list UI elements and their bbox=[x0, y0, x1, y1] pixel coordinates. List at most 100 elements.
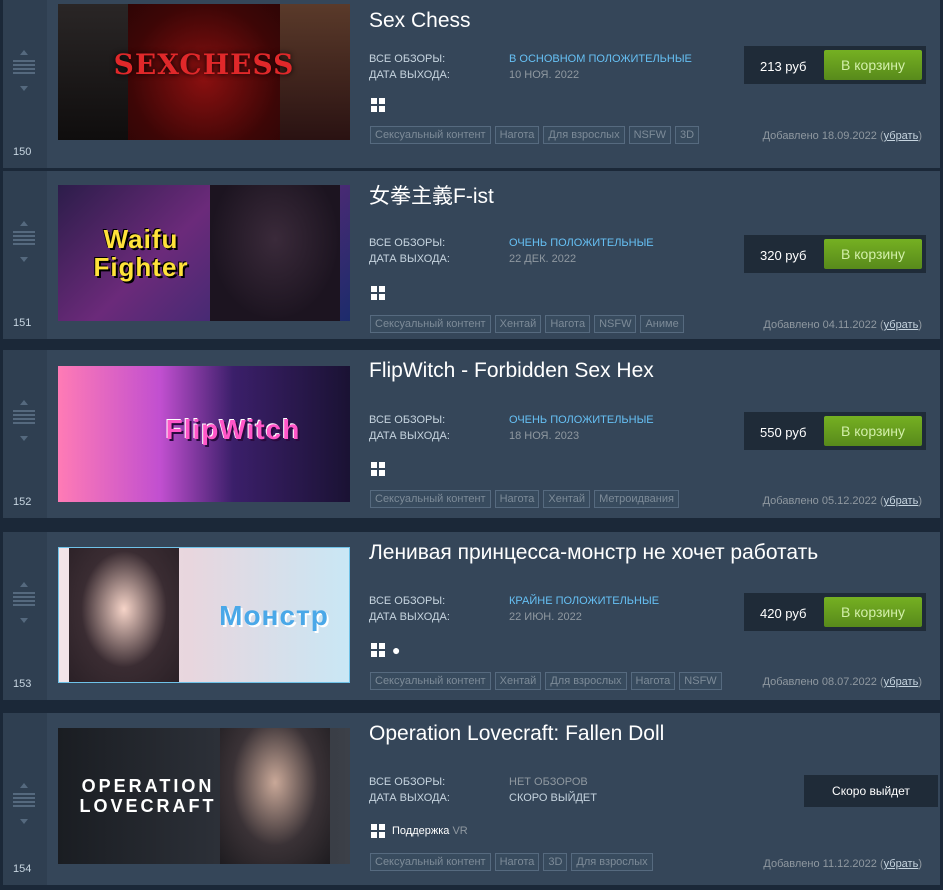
tag[interactable]: Нагота bbox=[494, 853, 540, 871]
drag-icon bbox=[13, 410, 35, 426]
drag-icon bbox=[13, 231, 35, 247]
remove-link[interactable]: убрать bbox=[884, 858, 919, 870]
tag[interactable]: Нагота bbox=[545, 315, 591, 333]
drag-handle[interactable] bbox=[12, 46, 38, 96]
tag[interactable]: Сексуальный контент bbox=[370, 126, 491, 144]
game-title[interactable]: Operation Lovecraft: Fallen Doll bbox=[369, 722, 664, 746]
remove-link[interactable]: убрать bbox=[884, 676, 919, 688]
review-summary[interactable]: НЕТ ОБЗОРОВ bbox=[509, 776, 588, 788]
tag[interactable]: NSFW bbox=[679, 672, 722, 690]
review-summary[interactable]: КРАЙНЕ ПОЛОЖИТЕЛЬНЫЕ bbox=[509, 595, 659, 607]
drag-handle[interactable] bbox=[12, 578, 38, 628]
capsule-logo: SEXCHESS bbox=[113, 48, 295, 81]
add-to-cart-button[interactable]: В корзину bbox=[824, 597, 922, 627]
game-capsule-image[interactable]: SEXCHESS bbox=[58, 4, 350, 140]
release-date: СКОРО ВЫЙДЕТ bbox=[509, 792, 597, 804]
add-to-cart-button[interactable]: В корзину bbox=[824, 239, 922, 269]
remove-link[interactable]: убрать bbox=[884, 495, 919, 507]
drag-handle[interactable] bbox=[12, 396, 38, 446]
rank-number[interactable]: 151 bbox=[13, 317, 31, 329]
release-date: 22 ИЮН. 2022 bbox=[509, 611, 582, 623]
windows-icon bbox=[371, 286, 385, 300]
windows-icon bbox=[371, 643, 385, 657]
move-up-icon[interactable] bbox=[20, 400, 28, 405]
rank-number[interactable]: 152 bbox=[13, 496, 31, 508]
tag[interactable]: Хентай bbox=[543, 490, 591, 508]
tag[interactable]: NSFW bbox=[628, 126, 671, 144]
game-capsule-image[interactable]: Монстр bbox=[58, 547, 350, 683]
purchase-block: 550 руб В корзину bbox=[744, 412, 926, 450]
tag[interactable]: Для взрослых bbox=[571, 853, 653, 871]
review-summary[interactable]: ОЧЕНЬ ПОЛОЖИТЕЛЬНЫЕ bbox=[509, 237, 654, 249]
game-title[interactable]: Ленивая принцесса-монстр не хочет работа… bbox=[369, 541, 818, 565]
price: 550 руб bbox=[760, 425, 807, 440]
tag[interactable]: Нагота bbox=[494, 126, 540, 144]
price: 320 руб bbox=[760, 248, 807, 263]
tag[interactable]: Аниме bbox=[640, 315, 684, 333]
tag[interactable]: Сексуальный контент bbox=[370, 315, 491, 333]
move-down-icon[interactable] bbox=[20, 436, 28, 441]
game-capsule-image[interactable]: OPERATION LOVECRAFT bbox=[58, 728, 350, 864]
move-down-icon[interactable] bbox=[20, 86, 28, 91]
tag[interactable]: Хентай bbox=[494, 315, 542, 333]
remove-link[interactable]: убрать bbox=[884, 130, 919, 142]
tag[interactable]: Для взрослых bbox=[545, 672, 627, 690]
release-label: ДАТА ВЫХОДА: bbox=[369, 792, 450, 804]
tag[interactable]: 3D bbox=[674, 126, 700, 144]
review-summary[interactable]: В ОСНОВНОМ ПОЛОЖИТЕЛЬНЫЕ bbox=[509, 53, 692, 65]
tag[interactable]: 3D bbox=[543, 853, 568, 871]
platforms bbox=[371, 98, 385, 112]
move-down-icon[interactable] bbox=[20, 819, 28, 824]
release-label: ДАТА ВЫХОДА: bbox=[369, 253, 450, 265]
move-up-icon[interactable] bbox=[20, 50, 28, 55]
coming-soon-button[interactable]: Скоро выйдет bbox=[804, 775, 938, 807]
reviews-label: ВСЕ ОБЗОРЫ: bbox=[369, 53, 446, 65]
game-capsule-image[interactable]: FlipWitch bbox=[58, 366, 350, 502]
add-to-cart-button[interactable]: В корзину bbox=[824, 416, 922, 446]
tag-list: Сексуальный контент Хентай Нагота NSFW А… bbox=[370, 315, 684, 333]
tag[interactable]: Сексуальный контент bbox=[370, 853, 491, 871]
release-label: ДАТА ВЫХОДА: bbox=[369, 611, 450, 623]
wishlist-row: 151 Waifu Fighter 女拳主義F-ist ВСЕ ОБЗОРЫ: … bbox=[3, 171, 940, 339]
wishlist-row: 152 FlipWitch FlipWitch - Forbidden Sex … bbox=[3, 350, 940, 518]
tag[interactable]: Хентай bbox=[494, 672, 542, 690]
release-date: 10 НОЯ. 2022 bbox=[509, 69, 580, 81]
tag[interactable]: Нагота bbox=[630, 672, 676, 690]
move-up-icon[interactable] bbox=[20, 783, 28, 788]
remove-link[interactable]: убрать bbox=[884, 319, 919, 331]
reviews-label: ВСЕ ОБЗОРЫ: bbox=[369, 237, 446, 249]
capsule-logo: Монстр bbox=[219, 600, 329, 631]
tag[interactable]: Нагота bbox=[494, 490, 540, 508]
tag[interactable]: Для взрослых bbox=[543, 126, 625, 144]
game-title[interactable]: FlipWitch - Forbidden Sex Hex bbox=[369, 359, 654, 383]
release-date: 22 ДЕК. 2022 bbox=[509, 253, 577, 265]
rank-number[interactable]: 150 bbox=[13, 146, 31, 158]
move-down-icon[interactable] bbox=[20, 618, 28, 623]
tag[interactable]: Сексуальный контент bbox=[370, 672, 491, 690]
move-down-icon[interactable] bbox=[20, 257, 28, 262]
add-to-cart-button[interactable]: В корзину bbox=[824, 50, 922, 80]
capsule-logo: FlipWitch bbox=[165, 414, 301, 445]
release-label: ДАТА ВЫХОДА: bbox=[369, 69, 450, 81]
drag-handle[interactable] bbox=[12, 217, 38, 267]
review-summary[interactable]: ОЧЕНЬ ПОЛОЖИТЕЛЬНЫЕ bbox=[509, 414, 654, 426]
game-title[interactable]: Sex Chess bbox=[369, 9, 471, 33]
drag-handle[interactable] bbox=[12, 779, 38, 829]
release-date: 18 НОЯ. 2023 bbox=[509, 430, 580, 442]
windows-icon bbox=[371, 824, 385, 838]
capsule-logo: Waifu Fighter bbox=[93, 224, 189, 282]
move-up-icon[interactable] bbox=[20, 221, 28, 226]
tag[interactable]: Метроидвания bbox=[594, 490, 679, 508]
game-capsule-image[interactable]: Waifu Fighter bbox=[58, 185, 350, 321]
price: 420 руб bbox=[760, 606, 807, 621]
game-title[interactable]: 女拳主義F-ist bbox=[369, 180, 494, 210]
tag[interactable]: Сексуальный контент bbox=[370, 490, 491, 508]
added-date: Добавлено 05.12.2022 (убрать) bbox=[762, 495, 922, 507]
move-up-icon[interactable] bbox=[20, 582, 28, 587]
rank-number[interactable]: 153 bbox=[13, 678, 31, 690]
tag[interactable]: NSFW bbox=[594, 315, 637, 333]
rank-number[interactable]: 154 bbox=[13, 863, 31, 875]
platforms: Поддержка VR bbox=[371, 824, 468, 838]
windows-icon bbox=[371, 98, 385, 112]
added-date: Добавлено 11.12.2022 (убрать) bbox=[763, 858, 922, 870]
